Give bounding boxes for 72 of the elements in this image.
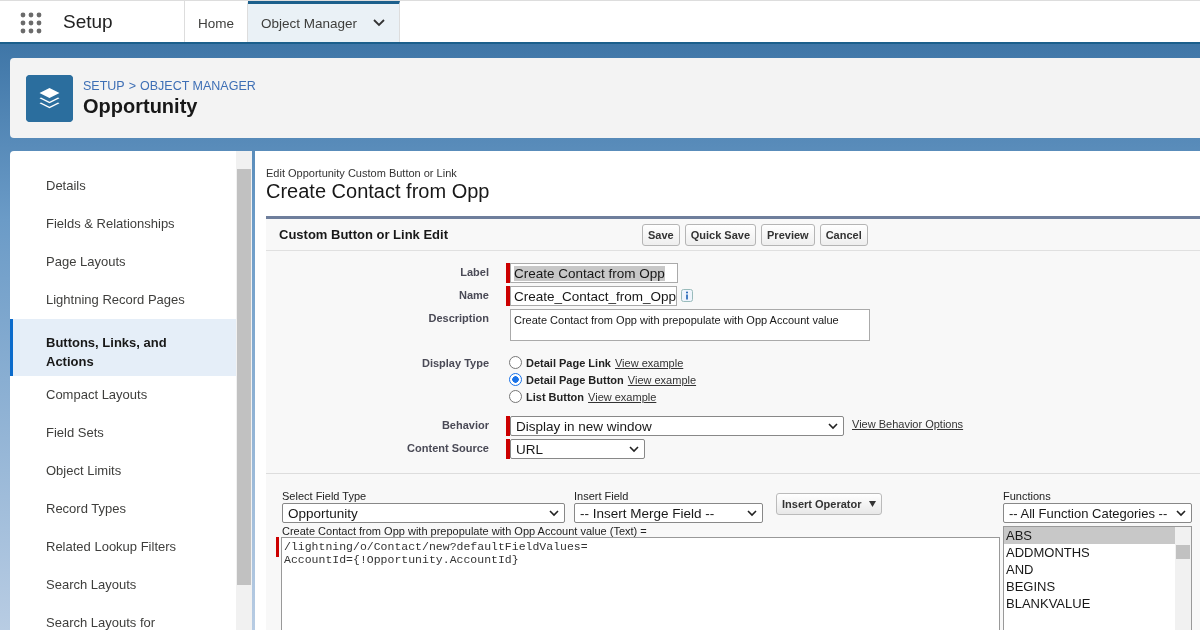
radio-button[interactable] <box>509 356 522 369</box>
form-button[interactable]: Preview <box>761 223 815 246</box>
caret-icon <box>549 509 559 517</box>
function-option[interactable]: AND <box>1004 561 1175 578</box>
sidebar-item[interactable]: Record Types <box>10 490 236 528</box>
merge-field-dropdown[interactable]: -- Insert Merge Field -- <box>574 503 763 523</box>
chevron-icon[interactable] <box>373 19 386 27</box>
field-label: Content Source <box>406 441 489 456</box>
breadcrumb-link[interactable]: SETUP <box>83 78 125 93</box>
field-label: Name <box>458 288 489 303</box>
caret-icon <box>747 509 757 517</box>
object-title: Opportunity <box>83 94 199 118</box>
form-button[interactable]: Save <box>642 223 680 246</box>
nav-tab[interactable]: Object Manager <box>248 1 401 42</box>
dropdown[interactable]: Display in new window <box>510 416 844 436</box>
caret-icon <box>1176 509 1186 517</box>
sidebar-item[interactable]: Fields & Relationships <box>10 205 236 243</box>
scrollbar[interactable] <box>236 151 252 630</box>
view-example-link[interactable]: View example <box>615 356 684 369</box>
function-list[interactable]: ABS ADDMONTHS AND BEGINS BLANKVALUE <box>1003 526 1192 630</box>
info-icon[interactable] <box>681 289 693 302</box>
caret-icon <box>869 501 877 507</box>
breadcrumb-link[interactable]: OBJECT MANAGER <box>140 78 256 93</box>
field-label: Description <box>427 311 489 326</box>
function-option[interactable]: ABS <box>1004 527 1175 544</box>
option-label: Detail Page Button <box>526 373 624 386</box>
form-button[interactable]: Cancel <box>819 223 868 246</box>
dropdown[interactable]: URL <box>510 439 645 459</box>
field-type-dropdown[interactable]: Opportunity <box>282 503 565 523</box>
field-label: Label <box>459 265 489 280</box>
sidebar-item[interactable]: Related Lookup Filters <box>10 528 236 566</box>
function-option[interactable]: ADDMONTHS <box>1004 544 1175 561</box>
formula-editor[interactable]: /lightning/o/Contact/new?defaultFieldValues= AccountId={!Opportunity.AccountId} <box>281 537 1000 630</box>
radio-button[interactable] <box>509 390 522 403</box>
sidebar-item[interactable]: Object Limits <box>10 452 236 490</box>
sidebar-item[interactable]: Details <box>10 167 236 205</box>
field-label: Functions <box>1003 490 1052 502</box>
description-field[interactable]: Create Contact from Opp with prepopulate with Opp Account value <box>510 309 870 341</box>
app-launcher-icon[interactable] <box>20 12 42 34</box>
page-title: Create Contact from Opp <box>266 180 491 203</box>
formula-caption: Create Contact from Opp with prepopulate with Opp Account value (Text) = <box>282 525 648 537</box>
caret-icon <box>828 422 838 430</box>
option-label: Detail Page Link <box>526 356 611 369</box>
sidebar-item[interactable]: Page Layouts <box>10 243 236 281</box>
section-title: Custom Button or Link Edit <box>278 227 449 242</box>
radio-button[interactable] <box>509 373 522 386</box>
sidebar-item[interactable]: Lightning Record Pages <box>10 281 236 319</box>
sidebar-item[interactable]: Search Layouts for <box>10 604 236 630</box>
option-label: List Button <box>526 390 585 403</box>
field-label: Behavior <box>440 418 489 433</box>
function-option[interactable]: BEGINS <box>1004 578 1175 595</box>
field-label: Insert Field <box>574 490 630 502</box>
sidebar-item[interactable]: Search Layouts <box>10 566 236 604</box>
form-button[interactable]: Quick Save <box>684 223 757 246</box>
text-field[interactable]: Create Contact from Opp <box>510 263 678 283</box>
breadcrumb-separator: > <box>128 78 136 93</box>
sidebar-item[interactable]: Field Sets <box>10 414 236 452</box>
field-label: Display Type <box>420 356 489 371</box>
page-subtitle: Edit Opportunity Custom Button or Link <box>266 167 458 179</box>
insert-operator-button[interactable]: Insert Operator <box>776 493 883 515</box>
field-label: Select Field Type <box>282 490 368 502</box>
sidebar-item[interactable]: Compact Layouts <box>10 376 236 414</box>
view-example-link[interactable]: View example <box>588 390 657 403</box>
behavior-options-link[interactable]: View Behavior Options <box>852 418 964 436</box>
function-option[interactable]: BLANKVALUE <box>1004 595 1175 612</box>
caret-icon <box>629 445 639 453</box>
text-field[interactable]: Create_Contact_from_Opp <box>510 286 677 306</box>
function-category-dropdown[interactable]: -- All Function Categories -- <box>1003 503 1192 523</box>
layers-icon <box>26 74 73 122</box>
view-example-link[interactable]: View example <box>627 373 697 386</box>
scrollbar[interactable] <box>1175 527 1191 630</box>
sidebar-item[interactable]: Buttons, Links, and Actions <box>10 319 236 376</box>
